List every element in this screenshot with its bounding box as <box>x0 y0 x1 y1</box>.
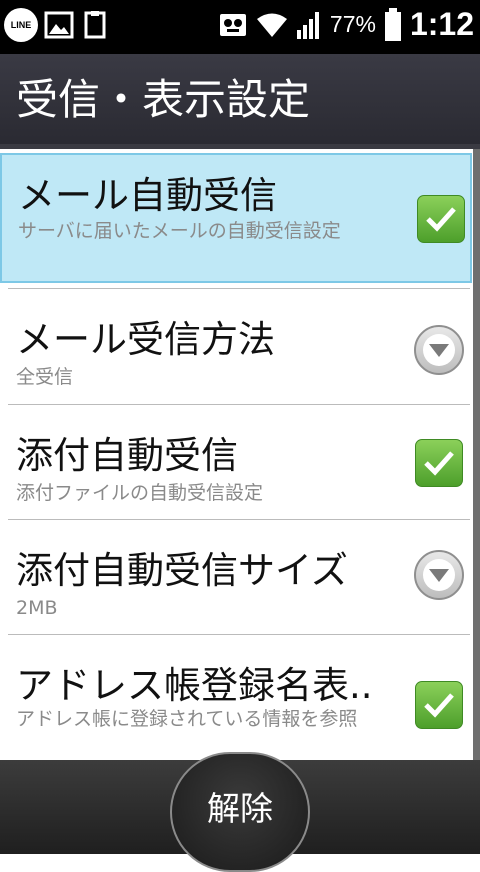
page-title: 受信・表示設定 <box>16 75 311 124</box>
checkbox-checked[interactable] <box>415 681 463 729</box>
signal-icon <box>296 11 319 39</box>
chevron-down-icon <box>429 344 449 357</box>
setting-title: メール受信方法 <box>16 318 275 361</box>
setting-title: アドレス帳登録名表.. <box>16 664 373 707</box>
bottom-bar: 解除 <box>0 752 480 872</box>
setting-subtitle: 添付ファイルの自動受信設定 <box>16 482 264 504</box>
checkmark-icon <box>424 693 454 718</box>
release-button[interactable]: 解除 <box>170 752 310 872</box>
checkbox-checked[interactable] <box>417 195 465 243</box>
voicemail-icon <box>219 13 246 36</box>
settings-list: メール自動受信 サーバに届いたメールの自動受信設定 メール受信方法 全受信 添付… <box>0 149 480 760</box>
checkmark-icon <box>424 451 454 476</box>
setting-address-book-name-display[interactable]: アドレス帳登録名表.. アドレス帳に登録されている情報を参照 <box>0 635 472 760</box>
setting-subtitle: 2MB <box>16 597 58 619</box>
dropdown-button[interactable] <box>414 325 464 375</box>
setting-title: メール自動受信 <box>18 174 277 217</box>
setting-mail-auto-receive[interactable]: メール自動受信 サーバに届いたメールの自動受信設定 <box>0 153 472 283</box>
setting-mail-receive-method[interactable]: メール受信方法 全受信 <box>0 289 472 404</box>
setting-subtitle: 全受信 <box>16 366 74 388</box>
title-bar: 受信・表示設定 <box>0 54 480 144</box>
release-button-label: 解除 <box>207 789 273 828</box>
clipboard-icon <box>84 11 106 39</box>
clock: 1:12 <box>409 6 474 42</box>
battery-icon <box>384 7 401 41</box>
status-bar: LINE 77% 1:12 <box>0 0 480 54</box>
checkbox-checked[interactable] <box>415 439 463 487</box>
notification-icons: LINE <box>4 8 110 42</box>
setting-attachment-auto-receive[interactable]: 添付自動受信 添付ファイルの自動受信設定 <box>0 405 472 520</box>
setting-subtitle: サーバに届いたメールの自動受信設定 <box>18 220 341 242</box>
gallery-icon <box>44 11 74 39</box>
dropdown-button[interactable] <box>414 550 464 600</box>
scrollbar[interactable] <box>473 149 480 760</box>
setting-attachment-auto-receive-size[interactable]: 添付自動受信サイズ 2MB <box>0 520 472 635</box>
battery-percent: 77% <box>329 11 376 37</box>
chevron-down-icon <box>429 569 449 582</box>
setting-subtitle: アドレス帳に登録されている情報を参照 <box>16 708 358 730</box>
setting-title: 添付自動受信 <box>16 434 238 477</box>
setting-title: 添付自動受信サイズ <box>16 549 348 592</box>
wifi-icon <box>255 13 287 37</box>
line-icon: LINE <box>4 8 38 42</box>
checkmark-icon <box>426 207 456 232</box>
